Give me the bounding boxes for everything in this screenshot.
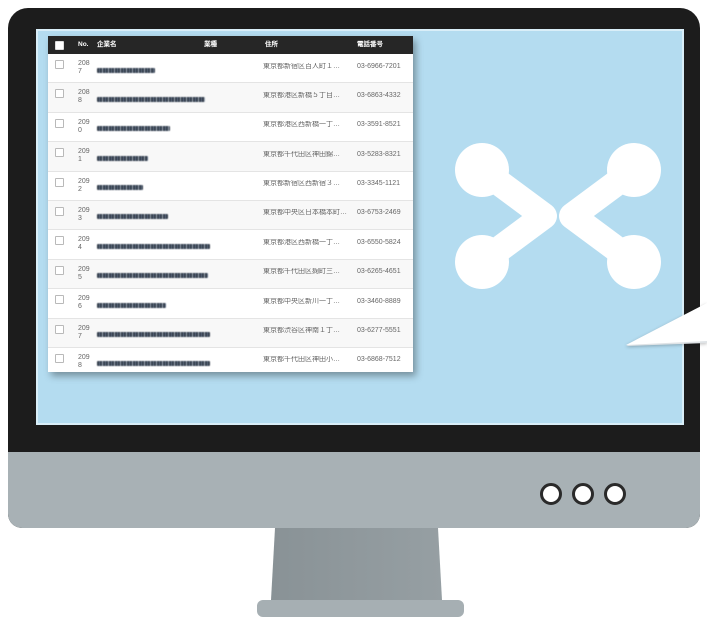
logo-node-bottom-left bbox=[455, 235, 509, 289]
indicator-dot-icon bbox=[540, 483, 562, 505]
monitor-stand-neck bbox=[271, 528, 442, 600]
monitor-stand-base bbox=[257, 600, 464, 617]
indicator-dot-icon bbox=[572, 483, 594, 505]
logo-right-chevron bbox=[559, 143, 661, 289]
brand-logo-icon bbox=[455, 143, 661, 289]
indicator-dot-icon bbox=[604, 483, 626, 505]
monitor-chin bbox=[8, 452, 700, 528]
logo-node-bottom-right bbox=[607, 235, 661, 289]
logo-left-chevron bbox=[455, 143, 557, 289]
logo-node-top-right bbox=[607, 143, 661, 197]
monitor-screen: No. 企業名 業種 住所 電話番号 2087 東京都新宿区百人町１… 03-6… bbox=[36, 29, 684, 425]
monitor: No. 企業名 業種 住所 電話番号 2087 東京都新宿区百人町１… 03-6… bbox=[8, 8, 700, 528]
logo-node-top-left bbox=[455, 143, 509, 197]
